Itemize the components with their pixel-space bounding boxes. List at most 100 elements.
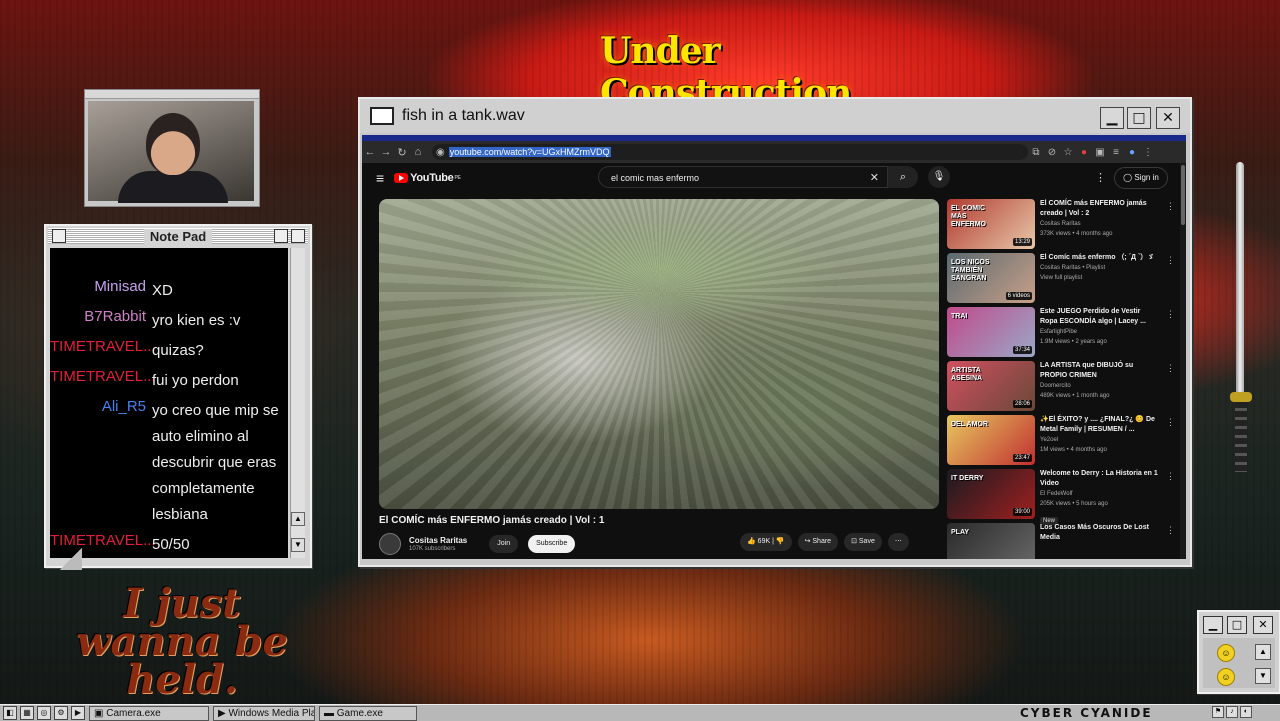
youtube-logo[interactable]: YouTube PE	[394, 172, 461, 184]
back-icon[interactable]: ←	[362, 146, 378, 158]
recommended-video[interactable]: LOS NICOS TAMBIÉN SANGRAN 6 videos El Comí…	[947, 253, 1179, 304]
recommended-video[interactable]: IT DERRY 39:00 Welcome to Derry : La Histo…	[947, 469, 1179, 525]
thumbs-down-icon[interactable]: 👎	[776, 538, 785, 545]
page-scrollbar-thumb[interactable]	[1181, 165, 1185, 225]
video-menu-icon[interactable]: ⋮	[1166, 471, 1175, 482]
video-menu-icon[interactable]: ⋮	[1166, 255, 1175, 266]
task-media-player[interactable]: ▶ Windows Media Pla	[213, 705, 315, 721]
channel-info[interactable]: Cositas Raritas 107K subscribers	[409, 536, 467, 552]
media-window-titlebar[interactable]: fish in a tank.wav ▁ □ ✕	[360, 99, 1190, 133]
mini-minimize-button[interactable]: ▁	[1203, 616, 1223, 634]
extension-icon[interactable]: ●	[1076, 147, 1092, 158]
more-actions-icon[interactable]: ⋯	[887, 533, 909, 551]
tray-icon[interactable]: ⚑	[1212, 706, 1224, 718]
notepad-close-icon[interactable]	[52, 229, 66, 243]
quicklaunch-icon[interactable]: ▶	[71, 706, 85, 720]
url-text[interactable]: youtube.com/watch?v=UGxHMZrmVDQ	[448, 147, 611, 157]
mini-down-icon[interactable]: ▼	[1255, 668, 1271, 684]
scroll-down-icon[interactable]: ▼	[291, 538, 305, 552]
video-thumbnail[interactable]: DEL AMOR 23:47	[947, 415, 1035, 465]
browser-menu-icon[interactable]: ⋮	[1140, 147, 1156, 158]
recommended-video[interactable]: TRAI 37:34 Este JUEGO Perdido de Vestir Ro…	[947, 307, 1179, 358]
webcam-titlebar[interactable]	[85, 90, 259, 99]
video-menu-icon[interactable]: ⋮	[1166, 525, 1175, 536]
video-thumbnail[interactable]: EL COMIC MÁS ENFERMO 13:29	[947, 199, 1035, 249]
install-icon[interactable]: ⧉	[1028, 147, 1044, 158]
address-bar[interactable]: ◉ youtube.com/watch?v=UGxHMZrmVDQ	[432, 144, 1028, 160]
close-button[interactable]: ✕	[1156, 107, 1180, 129]
video-thumbnail[interactable]: IT DERRY 39:00	[947, 469, 1035, 519]
recommended-video-title[interactable]: ✨El ÉXITO? y .... ¿FINAL?¿ 😊 De Metal Fa…	[1040, 415, 1158, 435]
task-game[interactable]: ▬ Game.exe	[319, 705, 417, 721]
home-icon[interactable]: ⌂	[410, 146, 426, 158]
mini-up-icon[interactable]: ▲	[1255, 644, 1271, 660]
video-thumbnail[interactable]: LOS NICOS TAMBIÉN SANGRAN 6 videos	[947, 253, 1035, 303]
recommended-video[interactable]: EL COMIC MÁS ENFERMO 13:29 El COMÍC más EN…	[947, 199, 1179, 250]
notepad-maximize-icon[interactable]	[291, 229, 305, 243]
video-thumbnail[interactable]: TRAI 37:34	[947, 307, 1035, 357]
recommended-channel[interactable]: EsfarlightPibe	[1040, 328, 1158, 337]
recommended-video-title[interactable]: LA ARTISTA que DIBUJÓ su PROPIO CRIMEN	[1040, 361, 1158, 381]
sign-in-button[interactable]: ◯ Sign in	[1114, 167, 1168, 189]
clear-search-icon[interactable]: ✕	[870, 167, 879, 189]
quicklaunch-icon[interactable]: ⚙	[54, 706, 68, 720]
bookmark-star-icon[interactable]: ☆	[1060, 147, 1076, 158]
video-thumbnail[interactable]: ARTISTA ASESINA 28:06	[947, 361, 1035, 411]
tray-icon[interactable]: ♪	[1226, 706, 1238, 718]
site-info-icon[interactable]: ◉	[436, 147, 445, 158]
page-scrollbar[interactable]	[1180, 163, 1186, 559]
profile-icon[interactable]: ●	[1124, 147, 1140, 158]
recommended-channel[interactable]: El FedeWolf	[1040, 490, 1158, 499]
resize-grip-icon[interactable]	[60, 548, 82, 570]
search-button[interactable]: ⌕	[888, 166, 918, 188]
notepad-restore-icon[interactable]	[274, 229, 288, 243]
recommended-channel[interactable]: Doomercito	[1040, 382, 1158, 391]
scroll-up-icon[interactable]: ▲	[291, 512, 305, 526]
video-player[interactable]	[379, 199, 939, 509]
recommended-video[interactable]: ARTISTA ASESINA 28:06 LA ARTISTA que DIBUJ…	[947, 361, 1179, 412]
quicklaunch-icon[interactable]: ▦	[20, 706, 34, 720]
voice-search-icon[interactable]: 🎙	[928, 166, 950, 188]
start-icon[interactable]: ◧	[3, 706, 17, 720]
subscribe-button[interactable]: Subscribe	[528, 535, 576, 553]
eye-off-icon[interactable]: ⊘	[1044, 147, 1060, 158]
channel-name[interactable]: Cositas Raritas	[409, 536, 467, 545]
puzzle-icon[interactable]: ▣	[1092, 147, 1108, 158]
reload-icon[interactable]: ↻	[394, 146, 410, 159]
recommended-video[interactable]: PLAY Los Casos Más Oscuros De Lost Media ⋮	[947, 523, 1179, 559]
recommended-video[interactable]: DEL AMOR 23:47 ✨El ÉXITO? y .... ¿FINAL?¿ …	[947, 415, 1179, 466]
media-window[interactable]: fish in a tank.wav ▁ □ ✕ ← → ↻ ⌂ ◉ youtu…	[358, 97, 1192, 567]
smiley-icon[interactable]: ☺	[1217, 668, 1235, 686]
mini-widget-window[interactable]: ▁ □ ✕ ☺ ☺ ▲ ▼	[1197, 610, 1280, 694]
channel-avatar[interactable]	[379, 533, 401, 555]
recommended-channel[interactable]: Cositas Raritas • Playlist	[1040, 264, 1158, 273]
menu-icon[interactable]: ≡	[376, 170, 384, 186]
webcam-window[interactable]	[84, 89, 260, 207]
mini-maximize-button[interactable]: □	[1227, 616, 1247, 634]
video-menu-icon[interactable]: ⋮	[1166, 417, 1175, 428]
recommended-video-title[interactable]: El COMÍC más ENFERMO jamás creado | Vol …	[1040, 199, 1158, 219]
video-menu-icon[interactable]: ⋮	[1166, 363, 1175, 374]
mini-close-button[interactable]: ✕	[1253, 616, 1273, 634]
smiley-icon[interactable]: ☺	[1217, 644, 1235, 662]
save-button[interactable]: ⊡ Save	[844, 533, 882, 551]
search-input[interactable]: el comic mas enfermo ✕	[598, 166, 888, 188]
minimize-button[interactable]: ▁	[1100, 107, 1124, 129]
like-button[interactable]: 👍 69K | 👎	[740, 533, 792, 551]
notepad-titlebar[interactable]: Note Pad	[48, 228, 308, 244]
task-camera[interactable]: ▣ Camera.exe	[89, 705, 209, 721]
maximize-button[interactable]: □	[1127, 107, 1151, 129]
join-button[interactable]: Join	[489, 535, 519, 553]
recommended-video-title[interactable]: Este JUEGO Perdido de Vestir Ropa ESCOND…	[1040, 307, 1158, 327]
video-menu-icon[interactable]: ⋮	[1166, 201, 1175, 212]
recommended-video-title[interactable]: El Comíc más enfermo （; ´Д `）ゞ	[1040, 253, 1158, 263]
share-button[interactable]: ↪ Share	[797, 533, 839, 551]
recommended-video-title[interactable]: Welcome to Derry : La Historia en 1 Vide…	[1040, 469, 1158, 489]
quicklaunch-icon[interactable]: ◎	[37, 706, 51, 720]
media-control-icon[interactable]: ≡	[1108, 147, 1124, 158]
notepad-scrollbar[interactable]: ▲ ▼	[290, 248, 305, 558]
tray-icon[interactable]: ◐	[1240, 706, 1252, 718]
video-menu-icon[interactable]: ⋮	[1166, 309, 1175, 320]
recommended-channel[interactable]: Ye2oel	[1040, 436, 1158, 445]
recommended-video-title[interactable]: Los Casos Más Oscuros De Lost Media	[1040, 523, 1158, 543]
